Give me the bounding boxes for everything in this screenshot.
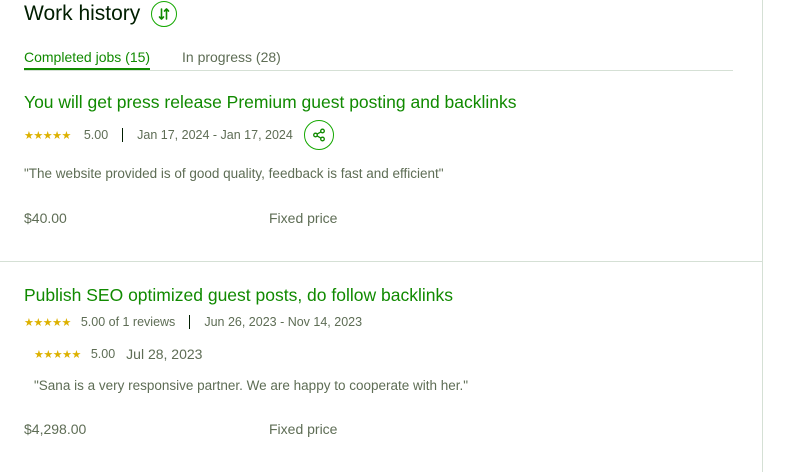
job-price: $40.00 (24, 210, 67, 226)
star-rating-icon: ★★★★★ (24, 129, 71, 142)
section-title: Work history (24, 2, 141, 25)
tab-bar: Completed jobs (15) In progress (28) (24, 46, 733, 71)
job-title-link[interactable]: You will get press release Premium guest… (24, 92, 517, 113)
star-rating-icon: ★★★★★ (24, 316, 71, 329)
review-rating: 5.00 (90, 347, 116, 361)
tab-completed-jobs[interactable]: Completed jobs (15) (24, 49, 151, 70)
meta-divider (122, 128, 124, 142)
sort-button[interactable] (151, 1, 178, 27)
job-meta: ★★★★★ 5.00 Jan 17, 2024 - Jan 17, 2024 (24, 120, 334, 150)
job-price: $4,298.00 (24, 421, 87, 437)
job-dates: Jun 26, 2023 - Nov 14, 2023 (204, 315, 363, 329)
meta-divider (189, 315, 191, 329)
review-meta: ★★★★★ 5.00 Jul 28, 2023 (34, 345, 202, 363)
star-rating-icon: ★★★★★ (34, 348, 81, 361)
job-meta: ★★★★★ 5.00 of 1 reviews Jun 26, 2023 - N… (24, 314, 362, 330)
job-dates: Jan 17, 2024 - Jan 17, 2024 (137, 128, 293, 142)
sort-arrows-icon (159, 8, 170, 20)
job-divider (0, 261, 762, 262)
rating-value: 5.00 (83, 128, 109, 142)
rating-value: 5.00 of 1 reviews (80, 315, 176, 329)
job-title-link[interactable]: Publish SEO optimized guest posts, do fo… (24, 285, 453, 306)
share-button[interactable] (303, 120, 334, 150)
review-date: Jul 28, 2023 (126, 346, 203, 362)
client-feedback: "The website provided is of good quality… (24, 166, 444, 181)
work-history-panel: Work history Completed jobs (15) In prog… (0, 0, 763, 472)
price-type: Fixed price (269, 210, 338, 226)
share-icon (312, 128, 325, 142)
client-feedback: "Sana is a very responsive partner. We a… (34, 378, 469, 393)
price-type: Fixed price (269, 421, 338, 437)
work-history-header: Work history (24, 0, 178, 28)
tab-in-progress[interactable]: In progress (28) (182, 49, 281, 65)
